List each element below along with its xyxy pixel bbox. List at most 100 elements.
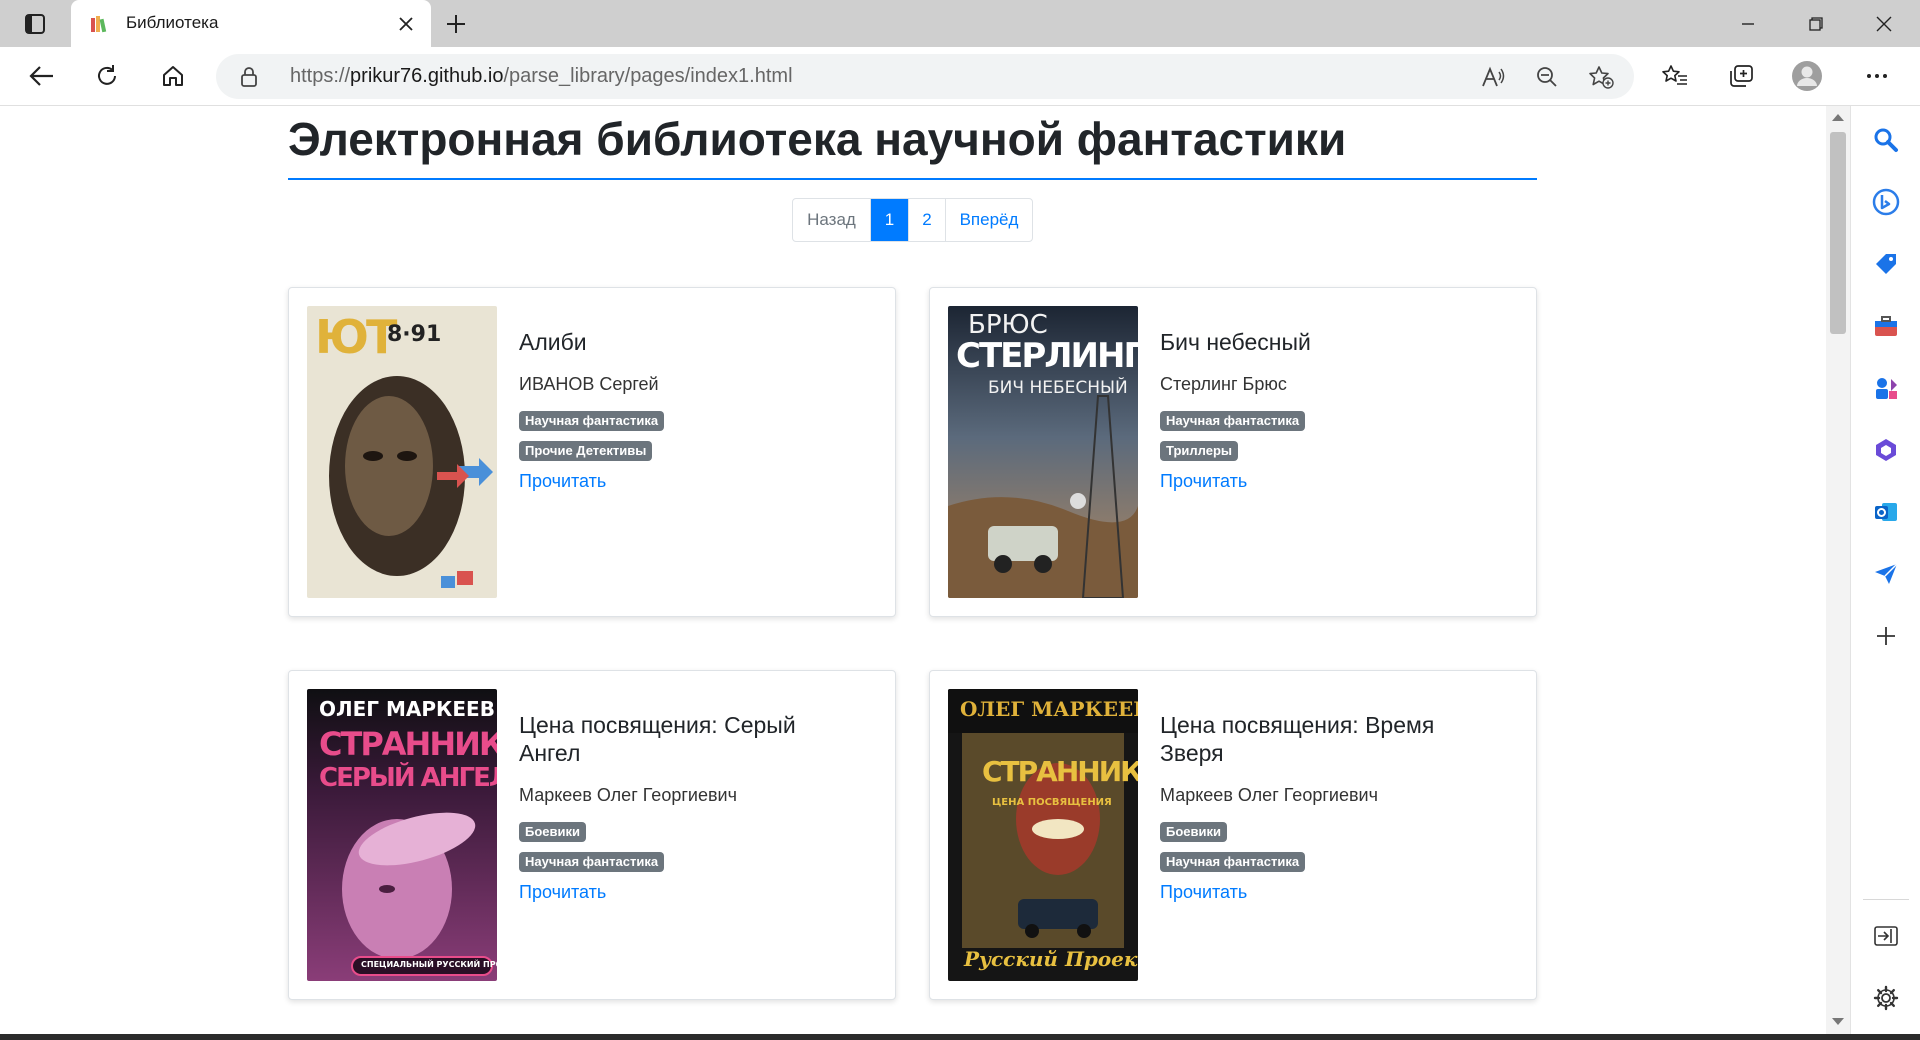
url-host: prikur76.github.io (350, 65, 504, 87)
sidebar-divider (1863, 899, 1909, 900)
sidebar-outlook-button[interactable] (1871, 497, 1901, 527)
sidebar-hide-button[interactable] (1871, 921, 1901, 951)
zoom-out-button[interactable] (1532, 62, 1562, 92)
genre-badges: Боевики Научная фантастика (1160, 806, 1500, 872)
refresh-icon (98, 65, 116, 85)
genre-badge: Научная фантастика (519, 411, 665, 431)
read-book-link[interactable]: Прочитать (519, 471, 606, 492)
reload-button[interactable] (86, 56, 128, 96)
avatar-icon (1792, 61, 1822, 91)
active-tab[interactable]: Библиотека (71, 0, 431, 47)
read-aloud-button[interactable] (1478, 62, 1508, 92)
sidebar-bing-chat-button[interactable] (1871, 187, 1901, 217)
collections-icon (1730, 65, 1753, 87)
paper-plane-icon (1875, 563, 1898, 584)
book-cover-image[interactable]: БРЮС СТЕРЛИНГ БИЧ НЕБЕСНЫЙ (948, 306, 1138, 598)
scroll-up-arrow-icon[interactable] (1832, 114, 1844, 121)
cover-art-vremya-zverya (948, 689, 1138, 981)
tab-actions-icon (25, 14, 45, 34)
shopping-tag-icon (1876, 254, 1896, 274)
sidebar-add-button[interactable] (1871, 621, 1901, 651)
zoom-out-icon (1537, 67, 1557, 87)
book-card: ОЛЕГ МАРКЕЕВ СТРАННИК СЕРЫЙ АНГЕЛ СПЕЦИА… (288, 670, 896, 1000)
url-path: /parse_library/pages/index1.html (503, 65, 793, 87)
home-button[interactable] (152, 56, 194, 96)
more-horizontal-icon (1867, 74, 1887, 78)
games-icon (1876, 378, 1897, 399)
back-button[interactable] (20, 56, 62, 96)
tab-actions-button[interactable] (14, 9, 56, 39)
star-plus-icon (1589, 66, 1614, 89)
url-prefix: https:// (290, 65, 351, 87)
taskbar-edge (0, 1034, 1920, 1040)
sidebar-send-button[interactable] (1871, 559, 1901, 589)
cover-author: ОЛЕГ МАРКЕЕВ (960, 697, 1138, 721)
url-text: https://prikur76.github.io/parse_library… (290, 65, 793, 88)
scrollbar-thumb[interactable] (1830, 132, 1846, 334)
scroll-down-arrow-icon[interactable] (1832, 1018, 1844, 1025)
genre-badge: Научная фантастика (1160, 852, 1306, 872)
restore-icon (1809, 16, 1823, 31)
page-title: Электронная библиотека научной фантастик… (288, 113, 1347, 165)
sidebar-games-button[interactable] (1871, 373, 1901, 403)
add-favorite-button[interactable] (1586, 62, 1616, 92)
pagination-next[interactable]: Вперёд (945, 199, 1032, 241)
close-window-button[interactable] (1856, 0, 1912, 47)
book-cover-image[interactable]: ОЛЕГ МАРКЕЕВ СТРАННИК ЦЕНА ПОСВЯЩЕНИЯ Ру… (948, 689, 1138, 981)
genre-badges: Научная фантастика Прочие Детективы (519, 395, 859, 461)
card-body: Цена посвящения: Серый Ангел Маркеев Оле… (519, 711, 859, 903)
minimize-button[interactable] (1720, 0, 1776, 47)
book-title: Алиби (519, 329, 587, 355)
sidebar-tools-button[interactable] (1871, 311, 1901, 341)
sidebar-search-button[interactable] (1871, 125, 1901, 155)
genre-badge: Боевики (519, 822, 586, 842)
books-favicon-icon (91, 16, 107, 33)
book-cover-image[interactable]: ЮТ 8·91 (307, 306, 497, 598)
address-bar[interactable]: https://prikur76.github.io/parse_library… (216, 54, 1634, 99)
read-book-link[interactable]: Прочитать (1160, 882, 1247, 903)
favorites-button[interactable] (1654, 56, 1696, 96)
gear-icon (1873, 985, 1899, 1011)
genre-badge: Триллеры (1160, 441, 1238, 461)
close-icon (1876, 16, 1892, 31)
book-title: Цена посвящения: Время Зверя (1160, 712, 1435, 766)
plus-icon (447, 15, 465, 33)
collections-button[interactable] (1720, 56, 1762, 96)
cover-book-title: ЦЕНА ПОСВЯЩЕНИЯ (992, 797, 1112, 808)
arrow-left-icon (29, 66, 53, 86)
sidebar-shopping-button[interactable] (1871, 249, 1901, 279)
close-tab-button[interactable] (393, 11, 419, 37)
pagination-page-2[interactable]: 2 (908, 199, 945, 241)
collapse-sidebar-icon (1874, 926, 1898, 946)
home-icon (163, 66, 183, 86)
minimize-icon (1742, 22, 1754, 25)
new-tab-button[interactable] (440, 9, 472, 39)
book-card: ОЛЕГ МАРКЕЕВ СТРАННИК ЦЕНА ПОСВЯЩЕНИЯ Ру… (929, 670, 1537, 1000)
card-body: Цена посвящения: Время Зверя Маркеев Оле… (1160, 711, 1500, 903)
tab-title: Библиотека (126, 13, 219, 32)
read-book-link[interactable]: Прочитать (1160, 471, 1247, 492)
genre-badge: Научная фантастика (1160, 411, 1306, 431)
profile-button[interactable] (1786, 56, 1828, 96)
book-author: Маркеев Олег Георгиевич (519, 785, 737, 805)
sidebar-settings-button[interactable] (1871, 983, 1901, 1013)
pagination: Назад 1 2 Вперёд (792, 198, 1033, 242)
book-title: Бич небесный (1160, 329, 1311, 355)
settings-more-button[interactable] (1856, 56, 1898, 96)
pagination-page-1[interactable]: 1 (870, 199, 908, 241)
book-cover-image[interactable]: ОЛЕГ МАРКЕЕВ СТРАННИК СЕРЫЙ АНГЕЛ СПЕЦИА… (307, 689, 497, 981)
read-aloud-icon (1482, 66, 1505, 87)
edge-sidebar (1850, 106, 1920, 1040)
genre-badge: Научная фантастика (519, 852, 665, 872)
card-body: Бич небесный Стерлинг Брюс Научная фанта… (1160, 328, 1500, 492)
restore-button[interactable] (1788, 0, 1844, 47)
favorites-icon (1662, 65, 1687, 85)
sidebar-office-button[interactable] (1871, 435, 1901, 465)
office-icon (1876, 439, 1896, 461)
vertical-scrollbar[interactable] (1826, 106, 1850, 1034)
pagination-prev[interactable]: Назад (793, 199, 870, 241)
read-book-link[interactable]: Прочитать (519, 882, 606, 903)
close-icon (399, 17, 413, 31)
toolbox-icon (1875, 316, 1897, 336)
lock-icon (241, 67, 257, 87)
